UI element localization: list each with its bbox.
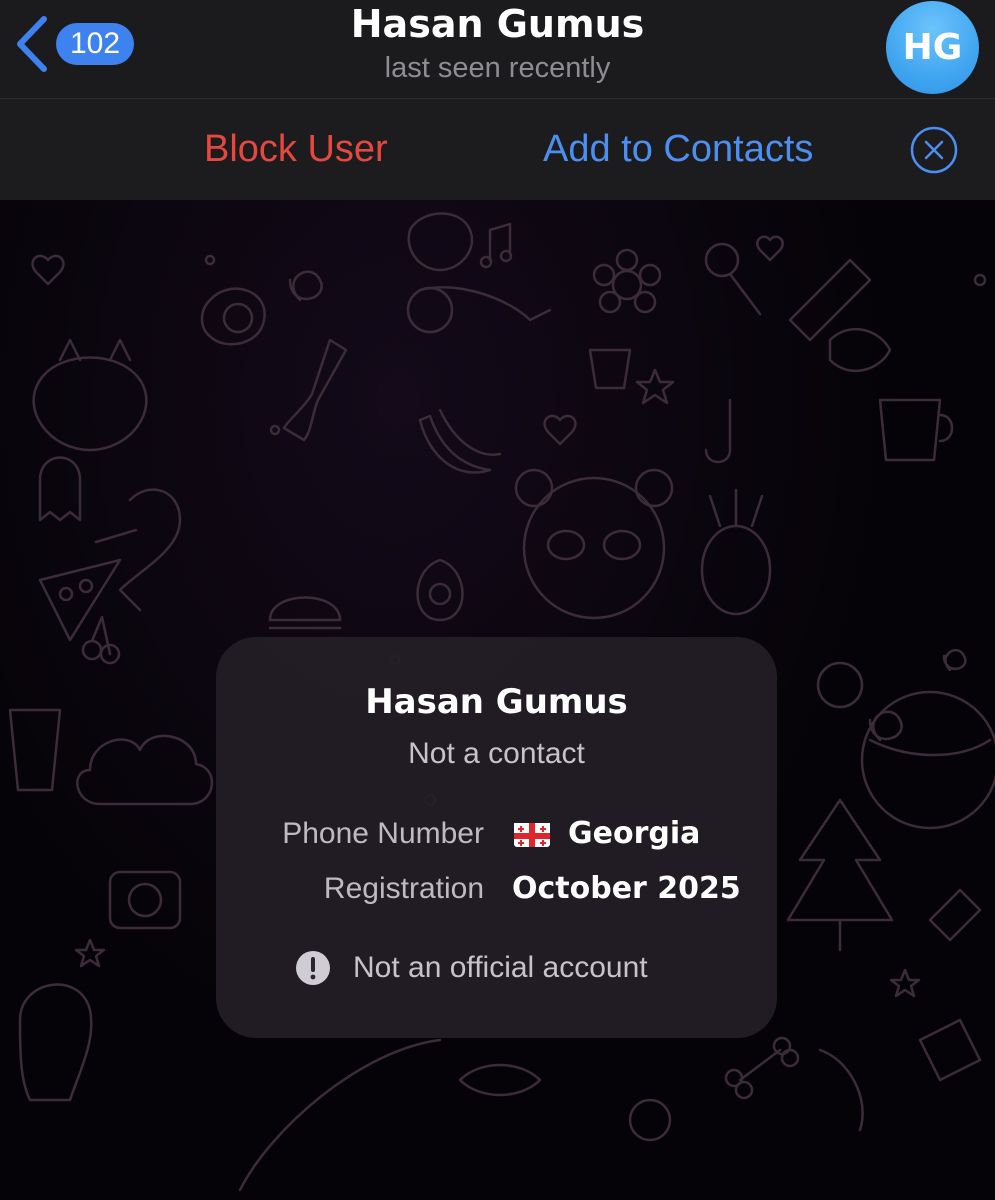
phone-number-value: Georgia — [514, 815, 700, 853]
chat-title-block[interactable]: Hasan Gumus last seen recently — [0, 2, 995, 88]
phone-country: Georgia — [568, 816, 701, 851]
georgia-flag-icon — [514, 821, 550, 847]
registration-value: October 2025 — [512, 871, 741, 906]
last-seen-status: last seen recently — [384, 52, 611, 84]
close-bar-button[interactable] — [910, 126, 958, 174]
contact-info-card: Hasan Gumus Not a contact Phone Number G… — [216, 637, 777, 1038]
chat-screen: 102 Hasan Gumus last seen recently HG Bl… — [0, 0, 995, 1200]
close-circle-icon — [910, 126, 958, 174]
avatar[interactable]: HG — [886, 1, 979, 94]
add-to-contacts-button[interactable]: Add to Contacts — [543, 125, 813, 173]
official-account-notice: Not an official account — [295, 949, 648, 987]
exclamation-circle-icon — [296, 951, 330, 985]
contact-action-bar: Block User Add to Contacts — [0, 99, 995, 200]
official-account-notice-text: Not an official account — [353, 951, 648, 984]
card-contact-status: Not a contact — [408, 737, 585, 770]
registration-label: Registration — [323, 872, 484, 905]
chat-title: Hasan Gumus — [350, 2, 645, 46]
chat-header: 102 Hasan Gumus last seen recently HG — [0, 0, 995, 99]
block-user-button[interactable]: Block User — [204, 125, 388, 173]
phone-number-label: Phone Number — [282, 817, 484, 850]
card-contact-name: Hasan Gumus — [365, 682, 628, 722]
